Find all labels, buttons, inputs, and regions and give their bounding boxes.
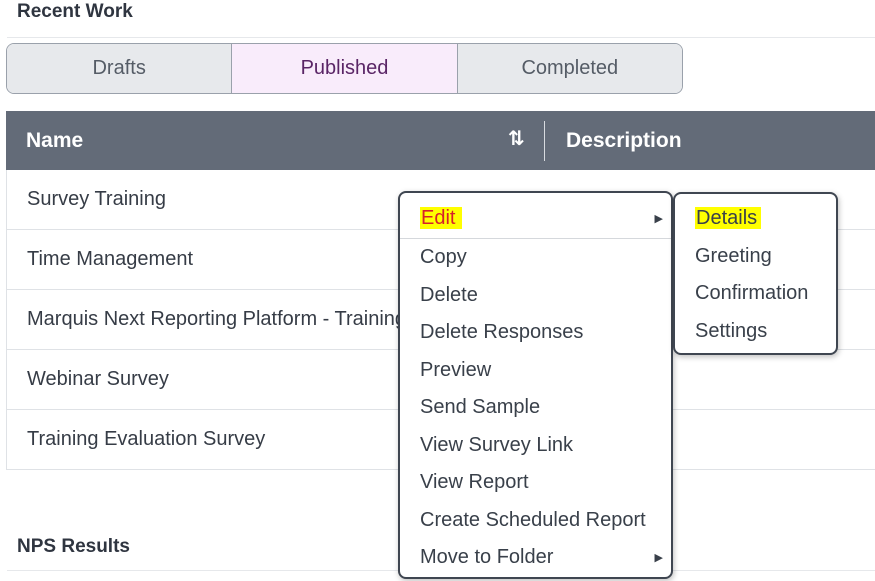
recent-work-title: Recent Work: [17, 1, 133, 22]
menu-item-edit[interactable]: Edit: [420, 207, 463, 230]
submenu-item-details[interactable]: Details: [695, 207, 762, 230]
menu-item-view-survey-link[interactable]: View Survey Link: [420, 434, 573, 457]
menu-item-create-scheduled-report[interactable]: Create Scheduled Report: [420, 509, 646, 532]
sort-icon[interactable]: ⇅: [508, 126, 525, 151]
column-header-description[interactable]: Description: [566, 129, 682, 153]
row-name: Webinar Survey: [27, 368, 169, 390]
nps-results-title: NPS Results: [17, 536, 130, 557]
menu-item-send-sample[interactable]: Send Sample: [420, 396, 540, 419]
submenu-item-confirmation[interactable]: Confirmation: [695, 282, 808, 305]
context-menu: Edit ▶ Copy Delete Delete Responses Prev…: [398, 191, 673, 579]
menu-item-copy[interactable]: Copy: [420, 246, 467, 269]
menu-item-move-to-folder[interactable]: Move to Folder: [420, 546, 553, 569]
chevron-right-icon: ▶: [654, 552, 663, 564]
row-name: Survey Training: [27, 188, 166, 210]
row-name: Marquis Next Reporting Platform - Traini…: [27, 308, 407, 330]
tab-bar: Drafts Published Completed: [6, 43, 683, 94]
column-header-name[interactable]: Name: [26, 129, 83, 153]
menu-item-view-report[interactable]: View Report: [420, 471, 529, 494]
edit-submenu: Details Greeting Confirmation Settings: [673, 192, 838, 355]
row-name: Time Management: [27, 248, 193, 270]
tab-completed[interactable]: Completed: [457, 44, 682, 93]
menu-item-delete-responses[interactable]: Delete Responses: [420, 321, 583, 344]
divider: [7, 37, 875, 38]
column-separator: [544, 121, 545, 161]
tab-published[interactable]: Published: [232, 44, 458, 93]
menu-item-preview[interactable]: Preview: [420, 359, 491, 382]
row-name: Training Evaluation Survey: [27, 428, 266, 450]
submenu-item-settings[interactable]: Settings: [695, 320, 767, 343]
submenu-item-greeting[interactable]: Greeting: [695, 245, 772, 268]
chevron-right-icon: ▶: [654, 213, 663, 225]
menu-item-delete[interactable]: Delete: [420, 284, 478, 307]
tab-drafts[interactable]: Drafts: [7, 44, 233, 93]
table-header: Name ⇅ Description: [6, 111, 875, 170]
